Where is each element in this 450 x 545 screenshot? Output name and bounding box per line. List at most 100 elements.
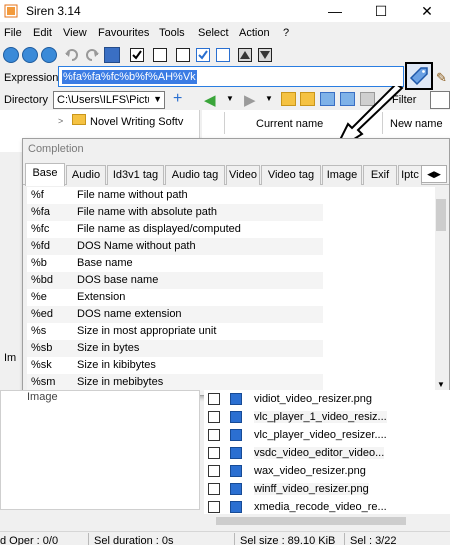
status-sel-size: Sel size : 89.10 KiB: [240, 535, 336, 545]
tab-base[interactable]: Base: [25, 163, 65, 186]
expand-icon[interactable]: >: [58, 116, 63, 126]
forward-dropdown-icon[interactable]: ▼: [265, 94, 273, 103]
status-sel-count: Sel : 3/22: [350, 535, 397, 545]
image-file-icon: [230, 447, 242, 459]
scrollbar-thumb[interactable]: [216, 517, 406, 525]
invert-check-icon[interactable]: [176, 48, 190, 62]
file-checkbox[interactable]: [208, 429, 220, 441]
list-item[interactable]: %sm Size in mebibytes: [27, 374, 323, 391]
image-file-icon: [230, 483, 242, 495]
move-down-icon[interactable]: [258, 48, 272, 62]
file-checkbox[interactable]: [208, 501, 220, 513]
list-item[interactable]: %sk Size in kibibytes: [27, 357, 323, 374]
grid-icon[interactable]: [104, 47, 120, 63]
minimize-button[interactable]: —: [312, 0, 358, 22]
file-checkbox[interactable]: [208, 393, 220, 405]
folder-icon[interactable]: [281, 92, 296, 106]
check-selected-icon[interactable]: [196, 48, 210, 62]
add-icon[interactable]: +: [173, 91, 187, 107]
file-checkbox[interactable]: [208, 483, 220, 495]
directory-select[interactable]: C:\Users\ILFS\Pictur ▼: [53, 91, 165, 109]
file-checkbox[interactable]: [208, 447, 220, 459]
list-item[interactable]: %b Base name: [27, 255, 323, 272]
column-separator: [224, 112, 225, 134]
table-row[interactable]: vlc_player_1_video_resiz...: [204, 408, 387, 426]
tab-image[interactable]: Image: [322, 165, 362, 185]
menu-select[interactable]: Select: [198, 27, 229, 39]
image-file-icon: [230, 465, 242, 477]
file-checkbox[interactable]: [208, 411, 220, 423]
list-item[interactable]: %fd DOS Name without path: [27, 238, 323, 255]
expression-input[interactable]: %fa%fa%fc%b%f%AH%Vk: [58, 66, 404, 87]
list-item[interactable]: %s Size in most appropriate unit: [27, 323, 323, 340]
undo-icon[interactable]: [64, 47, 80, 63]
table-row[interactable]: vlc_player_video_resizer....: [204, 426, 387, 444]
table-row[interactable]: wax_video_resizer.png: [204, 462, 374, 480]
move-up-icon[interactable]: [238, 48, 252, 62]
completion-code: %ed: [31, 308, 54, 320]
tab-id3v1-tag[interactable]: Id3v1 tag: [107, 165, 164, 185]
list-item[interactable]: %e Extension: [27, 289, 323, 306]
back-icon[interactable]: ◀: [204, 91, 220, 109]
tab-audio-tag[interactable]: Audio tag: [165, 165, 225, 185]
back-dropdown-icon[interactable]: ▼: [226, 94, 234, 103]
file-list-hscrollbar[interactable]: [204, 514, 450, 528]
filter-select[interactable]: [430, 91, 450, 109]
window-title: Siren 3.14: [26, 4, 81, 18]
close-button[interactable]: ✕: [404, 0, 450, 22]
menu-action[interactable]: Action: [239, 27, 270, 39]
menu-edit[interactable]: Edit: [33, 27, 52, 39]
lower-tree-item[interactable]: Image: [27, 391, 58, 403]
table-row[interactable]: vsdc_video_editor_video...: [204, 444, 385, 462]
redo-icon[interactable]: [84, 47, 100, 63]
tab-video[interactable]: Video: [226, 165, 260, 185]
scroll-down-icon[interactable]: ▼: [437, 380, 445, 389]
fast-forward-icon[interactable]: [41, 47, 57, 63]
menu-view[interactable]: View: [63, 27, 87, 39]
completion-desc: Base name: [77, 257, 133, 269]
column-current-name[interactable]: Current name: [256, 118, 323, 130]
status-sel-duration: Sel duration : 0s: [94, 535, 174, 545]
list-item[interactable]: %sb Size in bytes: [27, 340, 323, 357]
file-checkbox[interactable]: [208, 465, 220, 477]
status-separator: [88, 533, 89, 545]
check-all-icon[interactable]: [130, 48, 144, 62]
tab-video-tag[interactable]: Video tag: [261, 165, 321, 185]
list-item[interactable]: %bd DOS base name: [27, 272, 323, 289]
table-row[interactable]: winff_video_resizer.png: [204, 480, 374, 498]
menu-help[interactable]: ?: [283, 27, 289, 39]
tab-exif[interactable]: Exif: [363, 165, 397, 185]
maximize-button[interactable]: ☐: [358, 0, 404, 22]
menu-favourites[interactable]: Favourites: [98, 27, 149, 39]
list-item[interactable]: %ed DOS name extension: [27, 306, 323, 323]
settings-icon[interactable]: [22, 47, 38, 63]
menu-bar: File Edit View Favourites Tools Select A…: [0, 24, 450, 44]
completion-scrollbar[interactable]: ▼: [435, 187, 447, 391]
list-item[interactable]: %fa File name with absolute path: [27, 204, 323, 221]
tab-scroll-arrows[interactable]: ◀▶: [421, 165, 447, 183]
play-icon[interactable]: [3, 47, 19, 63]
menu-tools[interactable]: Tools: [159, 27, 185, 39]
image-file-icon: [230, 411, 242, 423]
title-bar: Siren 3.14 — ☐ ✕: [0, 0, 450, 22]
tab-audio[interactable]: Audio: [66, 165, 106, 185]
folder-up-icon[interactable]: [300, 92, 315, 106]
table-row[interactable]: vidiot_video_resizer.png: [204, 390, 374, 408]
image-panel-tab[interactable]: Im: [4, 352, 16, 364]
tree-item-novel-writing[interactable]: Novel Writing Softv: [90, 116, 183, 128]
directory-value: C:\Users\ILFS\Pictur: [57, 94, 149, 106]
expression-tag-button[interactable]: [405, 62, 433, 90]
menu-file[interactable]: File: [4, 27, 22, 39]
scrollbar-thumb[interactable]: [436, 199, 446, 231]
uncheck-all-icon[interactable]: [153, 48, 167, 62]
completion-popup: Completion Base Audio Id3v1 tag Audio ta…: [22, 138, 450, 396]
uncheck-selected-icon[interactable]: [216, 48, 230, 62]
magic-wand-icon[interactable]: ✎: [436, 70, 447, 86]
forward-icon[interactable]: ▶: [244, 91, 260, 109]
completion-desc: File name without path: [77, 189, 188, 201]
lower-tree-panel: Image: [0, 390, 200, 510]
tab-iptc[interactable]: Iptc: [398, 165, 422, 185]
status-separator: [234, 533, 235, 545]
list-item[interactable]: %fc File name as displayed/computed: [27, 221, 323, 238]
list-item[interactable]: %f File name without path: [27, 187, 323, 204]
